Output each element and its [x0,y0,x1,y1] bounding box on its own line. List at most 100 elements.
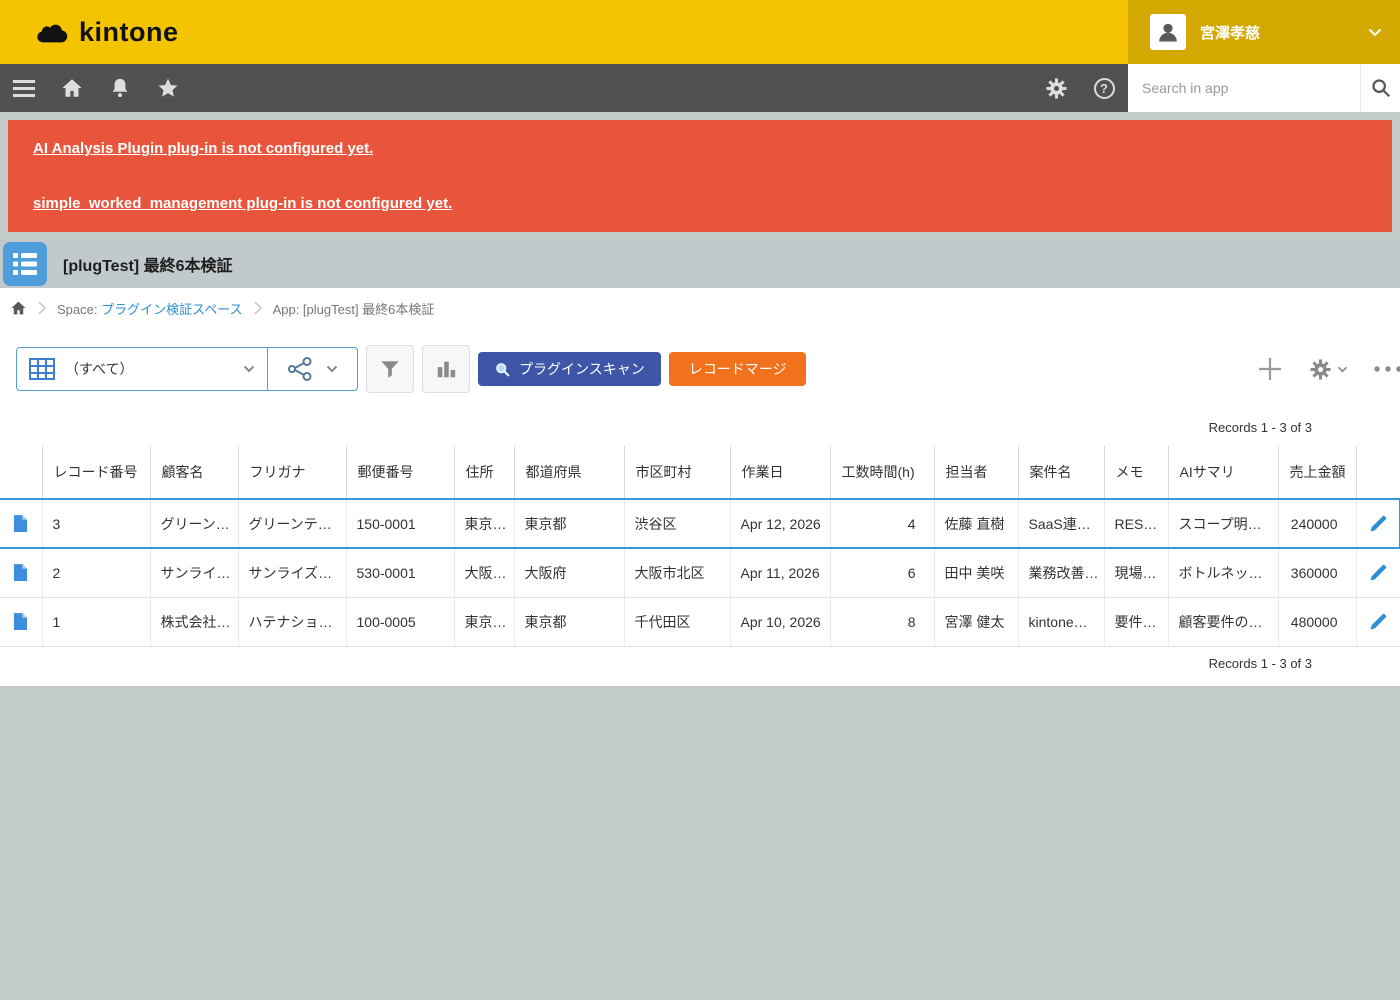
help-button[interactable]: ? [1080,64,1128,112]
column-header-project-name[interactable]: 案件名 [1018,446,1104,499]
settings-button[interactable] [1032,64,1080,112]
add-record-button[interactable] [1257,356,1283,382]
cell-ai-summary: ボトルネッ… [1168,548,1278,597]
pencil-icon [1357,563,1400,583]
top-header: kintone 宮澤孝慈 [0,0,1400,64]
alert-link-worked-management[interactable]: simple_worked_management plug-in is not … [33,195,1367,212]
search-input[interactable] [1128,64,1360,112]
plugin-scan-button[interactable]: プラグインスキャン [478,352,661,386]
breadcrumb: Space: プラグイン検証スペース App: [plugTest] 最終6本検… [0,288,1400,328]
breadcrumb-separator-icon [254,301,262,315]
cell-assignee: 宮澤 健太 [934,597,1018,646]
column-header-city[interactable]: 市区町村 [624,446,730,499]
cell-memo: 現場… [1104,548,1168,597]
notifications-button[interactable] [96,64,144,112]
avatar [1150,14,1186,50]
magnifier-icon [494,361,511,378]
bell-icon [110,77,130,99]
search-submit-button[interactable] [1360,64,1400,112]
table-row[interactable]: 2サンライ…サンライズ…530-0001大阪…大阪府大阪市北区Apr 11, 2… [0,548,1400,597]
home-icon [61,77,83,99]
record-link-cell[interactable] [0,548,42,597]
app-settings-button[interactable] [1309,358,1348,381]
edit-record-button[interactable] [1356,597,1400,646]
gear-icon [1309,358,1332,381]
star-icon [157,77,179,99]
cell-prefecture: 大阪府 [514,548,624,597]
column-header-prefecture[interactable]: 都道府県 [514,446,624,499]
cell-assignee: 佐藤 直樹 [934,499,1018,548]
column-header-record-number[interactable]: レコード番号 [42,446,150,499]
record-link-cell[interactable] [0,597,42,646]
column-header-hours[interactable]: 工数時間(h) [830,446,934,499]
pencil-icon [1357,612,1400,632]
search-icon [1370,77,1392,99]
cell-project-name: 業務改善… [1018,548,1104,597]
cell-prefecture: 東京都 [514,499,624,548]
toolbar-right-actions [1257,356,1400,382]
breadcrumb-home-icon[interactable] [10,300,27,316]
column-header-customer-name[interactable]: 顧客名 [150,446,238,499]
column-header-edit [1356,446,1400,499]
app-icon[interactable] [3,242,47,286]
user-menu[interactable]: 宮澤孝慈 [1128,0,1400,64]
alert-link-ai-analysis[interactable]: AI Analysis Plugin plug-in is not config… [33,140,1367,157]
cell-address: 大阪… [454,548,514,597]
cell-hours: 6 [830,548,934,597]
column-header-ai-summary[interactable]: AIサマリ [1168,446,1278,499]
favorites-button[interactable] [144,64,192,112]
table-row[interactable]: 1株式会社…ハテナショ…100-0005東京…東京都千代田区Apr 10, 20… [0,597,1400,646]
breadcrumb-space-link[interactable]: プラグイン検証スペース [101,302,242,317]
cell-furigana: サンライズ… [238,548,346,597]
record-merge-button[interactable]: レコードマージ [669,352,807,386]
cell-furigana: ハテナショ… [238,597,346,646]
cell-zip-code: 150-0001 [346,499,454,548]
cell-hours: 8 [830,597,934,646]
cell-record-number: 2 [42,548,150,597]
column-header-sales-amount[interactable]: 売上金額 [1278,446,1356,499]
cell-ai-summary: スコープ明… [1168,499,1278,548]
chevron-down-icon [1337,366,1348,373]
cell-assignee: 田中 美咲 [934,548,1018,597]
cell-project-name: SaaS連… [1018,499,1104,548]
graph-icon [287,356,313,382]
column-header-furigana[interactable]: フリガナ [238,446,346,499]
cell-sales-amount: 240000 [1278,499,1356,548]
cell-record-number: 1 [42,597,150,646]
cell-customer-name: グリーン… [150,499,238,548]
cell-sales-amount: 480000 [1278,597,1356,646]
pencil-icon [1357,514,1400,534]
cell-project-name: kintone… [1018,597,1104,646]
kintone-logo[interactable]: kintone [0,0,179,64]
more-options-button[interactable] [1372,365,1400,373]
chart-button[interactable] [422,345,470,393]
cell-address: 東京… [454,597,514,646]
app-search [1128,64,1400,112]
brand-text: kintone [79,17,179,48]
cell-hours: 4 [830,499,934,548]
column-header-address[interactable]: 住所 [454,446,514,499]
menu-button[interactable] [0,64,48,112]
bar-chart-icon [435,358,457,380]
view-selector[interactable]: （すべて） [17,348,267,390]
record-link-cell[interactable] [0,499,42,548]
document-icon [0,514,42,533]
edit-record-button[interactable] [1356,499,1400,548]
view-selector-group: （すべて） [16,347,358,391]
records-table: レコード番号顧客名フリガナ郵便番号住所都道府県市区町村作業日工数時間(h)担当者… [0,446,1400,647]
edit-record-button[interactable] [1356,548,1400,597]
column-header-assignee[interactable]: 担当者 [934,446,1018,499]
column-header-zip-code[interactable]: 郵便番号 [346,446,454,499]
table-row[interactable]: 3グリーン…グリーンテ…150-0001東京…東京都渋谷区Apr 12, 202… [0,499,1400,548]
graph-view-selector[interactable] [267,348,357,390]
filter-button[interactable] [366,345,414,393]
hamburger-icon [13,80,35,97]
document-icon [0,612,42,631]
app-title: [plugTest] 最終6本検証 [63,252,232,276]
table-view-icon [29,358,55,380]
column-header-memo[interactable]: メモ [1104,446,1168,499]
column-header-work-date[interactable]: 作業日 [730,446,830,499]
cell-sales-amount: 360000 [1278,548,1356,597]
funnel-icon [379,358,401,380]
home-button[interactable] [48,64,96,112]
